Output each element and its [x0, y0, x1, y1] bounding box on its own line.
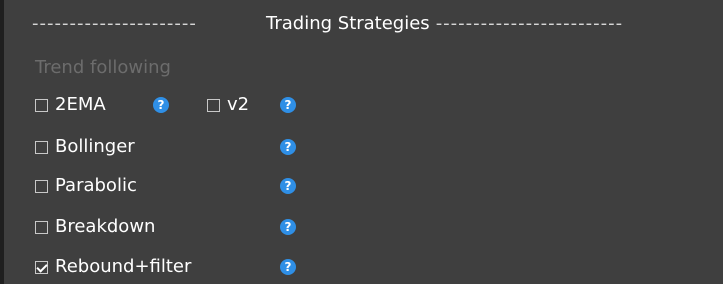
- option-parabolic[interactable]: Parabolic: [35, 173, 137, 199]
- label-bollinger: Bollinger: [55, 136, 135, 157]
- option-2ema[interactable]: 2EMA: [35, 92, 106, 118]
- help-parabolic-icon[interactable]: ?: [280, 178, 296, 194]
- label-parabolic: Parabolic: [55, 175, 137, 196]
- checkbox-parabolic[interactable]: [35, 179, 48, 193]
- help-breakdown-icon[interactable]: ?: [280, 219, 296, 235]
- checkbox-2ema[interactable]: [35, 98, 48, 112]
- strategies-panel: ---------------------- Trading Strategie…: [0, 0, 723, 284]
- header-divider-right: -------------------------: [435, 13, 624, 34]
- checkbox-breakdown[interactable]: [35, 220, 48, 234]
- label-v2: v2: [227, 94, 250, 115]
- help-2ema-icon[interactable]: ?: [153, 97, 169, 113]
- section-header: ---------------------- Trading Strategie…: [32, 10, 696, 38]
- header-title: Trading Strategies: [266, 13, 430, 34]
- option-rebound-filter[interactable]: Rebound+filter: [35, 254, 191, 280]
- help-rebound-filter-icon[interactable]: ?: [280, 259, 296, 275]
- trend-following-label: Trend following: [35, 57, 171, 78]
- checkbox-rebound-filter[interactable]: [35, 260, 48, 274]
- label-breakdown: Breakdown: [55, 216, 156, 237]
- header-divider-left: ----------------------: [32, 13, 197, 34]
- help-v2-icon[interactable]: ?: [280, 97, 296, 113]
- checkbox-bollinger[interactable]: [35, 140, 48, 154]
- option-v2[interactable]: v2: [207, 92, 249, 118]
- label-rebound-filter: Rebound+filter: [55, 256, 192, 277]
- help-bollinger-icon[interactable]: ?: [280, 139, 296, 155]
- option-bollinger[interactable]: Bollinger: [35, 134, 135, 160]
- label-2ema: 2EMA: [55, 94, 106, 115]
- checkbox-v2[interactable]: [207, 98, 220, 112]
- option-breakdown[interactable]: Breakdown: [35, 214, 155, 240]
